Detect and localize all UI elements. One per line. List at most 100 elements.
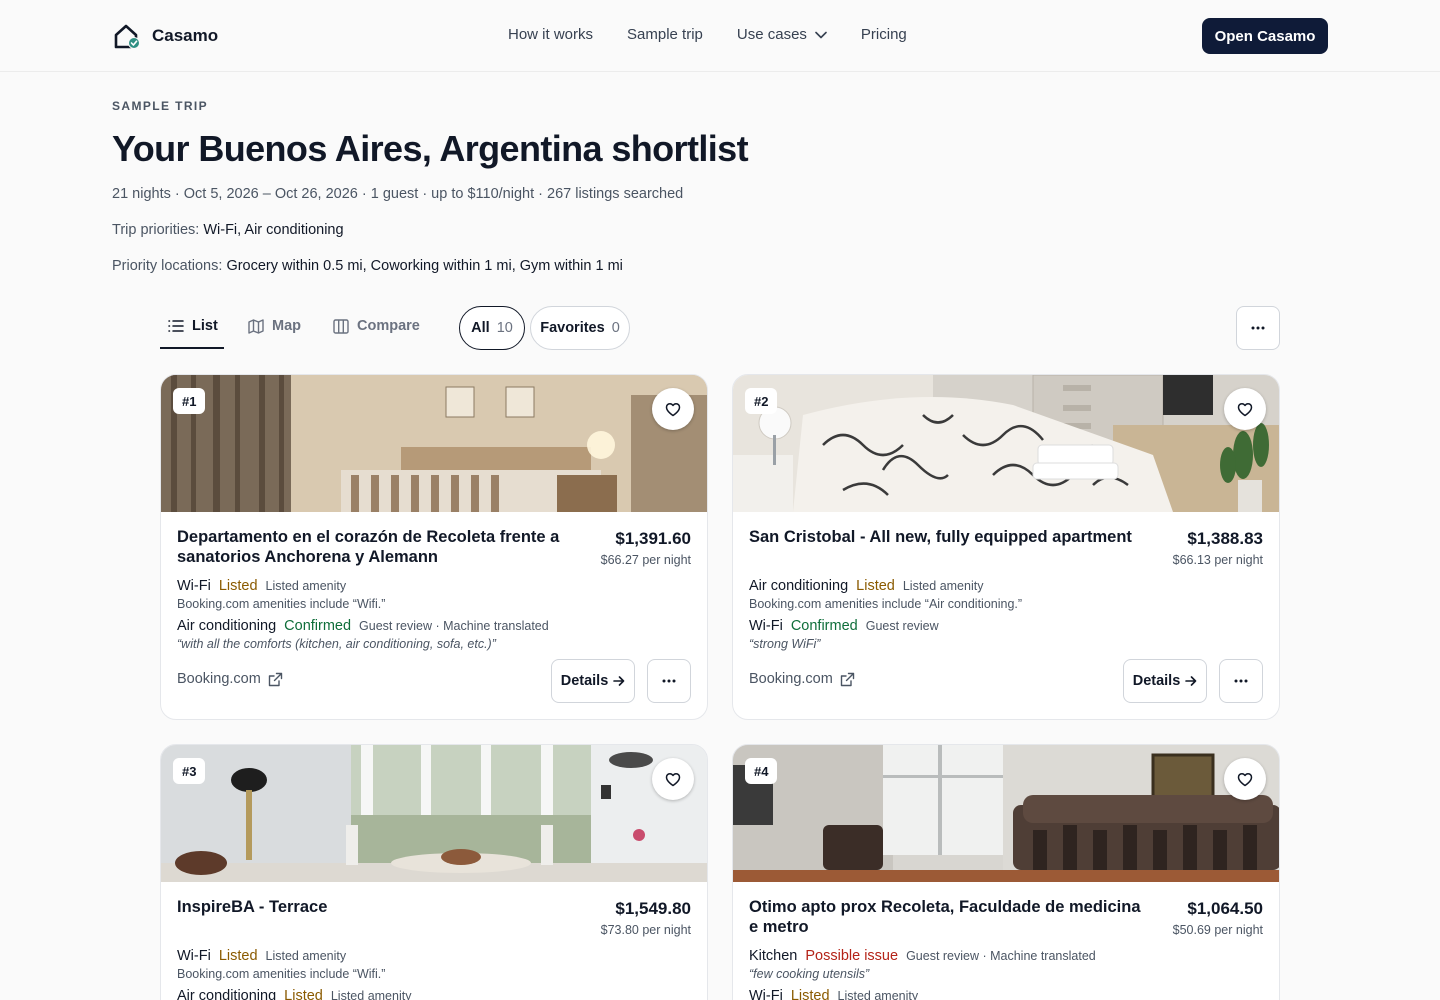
amenity-evidence: “strong WiFi” (749, 637, 821, 651)
brand-name: Casamo (152, 26, 219, 45)
rank-badge: #3 (173, 758, 206, 784)
active-tab-underline (160, 347, 224, 349)
amenity-name: Wi-Fi (177, 948, 211, 964)
heart-icon (1237, 772, 1253, 787)
listing-title[interactable]: Departamento en el corazón de Recoleta f… (177, 527, 577, 567)
nightly-price: $50.69 per night (1172, 923, 1263, 937)
amenity-row: Air conditioning Listed Listed amenity (177, 988, 411, 1000)
amenity-name: Air conditioning (749, 578, 849, 594)
amenity-source: Listed amenity (265, 579, 347, 593)
tab-label: Compare (357, 318, 420, 334)
nightly-price: $73.80 per night (600, 923, 691, 937)
listing-title[interactable]: Otimo apto prox Recoleta, Faculdade de m… (749, 897, 1149, 937)
tab-label: List (192, 318, 218, 334)
amenity-status: Possible issue (805, 948, 899, 964)
chevron-down-icon (815, 31, 827, 38)
listing-title[interactable]: San Cristobal - All new, fully equipped … (749, 527, 1149, 547)
amenity-row: Air conditioning Confirmed Guest review … (177, 618, 549, 634)
nightly-price: $66.27 per night (600, 553, 691, 567)
amenity-evidence: Booking.com amenities include “Wifi.” (177, 597, 386, 611)
columns-icon (333, 318, 349, 334)
tab-map[interactable]: Map (248, 318, 301, 334)
house-logo-icon (114, 24, 140, 49)
booking-link[interactable]: Booking.com (177, 671, 283, 687)
details-button[interactable]: Details (551, 659, 635, 703)
amenity-evidence: Booking.com amenities include “Wifi.” (177, 967, 386, 981)
top-header: Casamo How it works Sample trip Use case… (0, 0, 1440, 72)
amenity-row: Wi-Fi Confirmed Guest review (749, 618, 939, 634)
amenity-status: Confirmed (790, 618, 858, 634)
arrow-right-icon (1185, 676, 1197, 686)
amenity-evidence: “with all the comforts (kitchen, air con… (177, 637, 496, 651)
amenity-name: Kitchen (749, 948, 798, 964)
card-more-button[interactable] (1219, 659, 1263, 703)
favorite-button[interactable] (652, 758, 694, 800)
tab-label: Map (272, 318, 301, 334)
nav-label: How it works (508, 26, 594, 43)
nav-how-it-works[interactable]: How it works (508, 26, 593, 43)
favorite-button[interactable] (1224, 388, 1266, 430)
more-horizontal-icon (1251, 326, 1265, 330)
heart-icon (665, 402, 681, 417)
nav-sample-trip[interactable]: Sample trip (627, 26, 703, 43)
main-nav: How it works Sample trip Use cases Prici… (508, 26, 941, 43)
listing-card-3[interactable]: #3 InspireBA - Terrace $1,549.80 $73.80 … (160, 744, 708, 1000)
amenity-status: Confirmed (284, 618, 352, 634)
listing-photo[interactable]: #4 (733, 745, 1279, 882)
favorite-button[interactable] (652, 388, 694, 430)
external-link-icon (840, 672, 855, 687)
source-site: Booking.com (177, 671, 261, 687)
details-label: Details (1132, 673, 1181, 689)
nav-pricing[interactable]: Pricing (861, 26, 907, 43)
rank-badge: #2 (745, 388, 778, 414)
nav-use-cases[interactable]: Use cases (737, 26, 827, 43)
amenity-name: Air conditioning (177, 988, 277, 1000)
amenity-evidence: Booking.com amenities include “Air condi… (749, 597, 1023, 611)
amenity-status: Listed (284, 988, 323, 1000)
filter-all[interactable]: All 10 (459, 306, 525, 350)
source-site: Booking.com (749, 671, 833, 687)
amenity-source: Listed amenity (837, 989, 919, 1000)
amenity-row: Kitchen Possible issue Guest review · Ma… (749, 948, 1096, 964)
locations-value: Grocery within 0.5 mi, Coworking within … (226, 258, 623, 274)
amenity-source: Guest review · Machine translated (906, 949, 1096, 963)
amenity-source: Listed amenity (902, 579, 984, 593)
nav-label: Use cases (736, 26, 807, 43)
nav-label: Pricing (860, 26, 907, 43)
list-icon (168, 320, 184, 332)
amenity-source: Listed amenity (265, 949, 347, 963)
trip-summary: 21 nights · Oct 5, 2026 – Oct 26, 2026 ·… (112, 186, 684, 202)
priorities-value: Wi-Fi, Air conditioning (203, 222, 344, 238)
total-price: $1,391.60 (615, 529, 691, 548)
map-icon (248, 318, 264, 334)
page-title: Your Buenos Aires, Argentina shortlist (112, 128, 749, 169)
listing-card-4[interactable]: #4 Otimo apto prox Recoleta, Faculdade d… (732, 744, 1280, 1000)
listing-title[interactable]: InspireBA - Terrace (177, 897, 577, 917)
total-price: $1,549.80 (615, 899, 691, 918)
details-label: Details (560, 673, 609, 689)
filter-label: Favorites (540, 320, 605, 336)
brand-logo[interactable]: Casamo (113, 22, 218, 50)
amenity-evidence: “few cooking utensils” (749, 967, 870, 981)
more-options-button[interactable] (1236, 306, 1280, 350)
listing-card-2[interactable]: #2 San Cristobal - All new, fully equipp… (732, 374, 1280, 720)
open-casamo-button[interactable]: Open Casamo (1202, 18, 1328, 54)
external-link-icon (268, 672, 283, 687)
booking-link[interactable]: Booking.com (749, 671, 855, 687)
filter-count: 0 (611, 320, 620, 336)
details-button[interactable]: Details (1123, 659, 1207, 703)
card-more-button[interactable] (647, 659, 691, 703)
nav-label: Sample trip (627, 26, 703, 43)
amenity-name: Air conditioning (177, 618, 277, 634)
tab-list[interactable]: List (168, 318, 218, 334)
favorite-button[interactable] (1224, 758, 1266, 800)
listing-card-1[interactable]: #1 Departamento en el corazón de Recolet… (160, 374, 708, 720)
listing-photo[interactable]: #2 (733, 375, 1279, 512)
amenity-status: Listed (218, 948, 258, 964)
nightly-price: $66.13 per night (1172, 553, 1263, 567)
listing-photo[interactable]: #1 (161, 375, 707, 512)
locations-label: Priority locations: (112, 258, 223, 274)
listing-photo[interactable]: #3 (161, 745, 707, 882)
tab-compare[interactable]: Compare (333, 318, 420, 334)
filter-favorites[interactable]: Favorites 0 (530, 306, 630, 350)
